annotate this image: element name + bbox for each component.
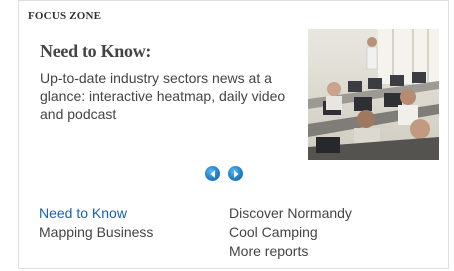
link-more-reports[interactable]: More reports [229, 242, 352, 261]
link-need-to-know[interactable]: Need to Know [39, 204, 153, 223]
link-discover-normandy[interactable]: Discover Normandy [229, 204, 352, 223]
link-mapping-business[interactable]: Mapping Business [39, 223, 153, 242]
office-photo-image [308, 29, 439, 160]
links-column-2: Discover Normandy Cool Camping More repo… [229, 204, 352, 261]
links-column-1: Need to Know Mapping Business [39, 204, 153, 242]
chevron-right-icon [233, 169, 238, 178]
feature-description: Up-to-date industry sectors news at a gl… [40, 70, 286, 122]
section-label: FOCUS ZONE [28, 10, 102, 22]
link-cool-camping[interactable]: Cool Camping [229, 223, 352, 242]
focus-zone-panel: FOCUS ZONE Need to Know: Up-to-date indu… [18, 0, 449, 269]
next-button[interactable] [228, 166, 243, 181]
feature-photo[interactable] [308, 29, 439, 160]
prev-button[interactable] [205, 166, 220, 181]
chevron-left-icon [210, 169, 215, 178]
carousel-pager [205, 166, 243, 181]
feature-title[interactable]: Need to Know: [40, 41, 151, 62]
